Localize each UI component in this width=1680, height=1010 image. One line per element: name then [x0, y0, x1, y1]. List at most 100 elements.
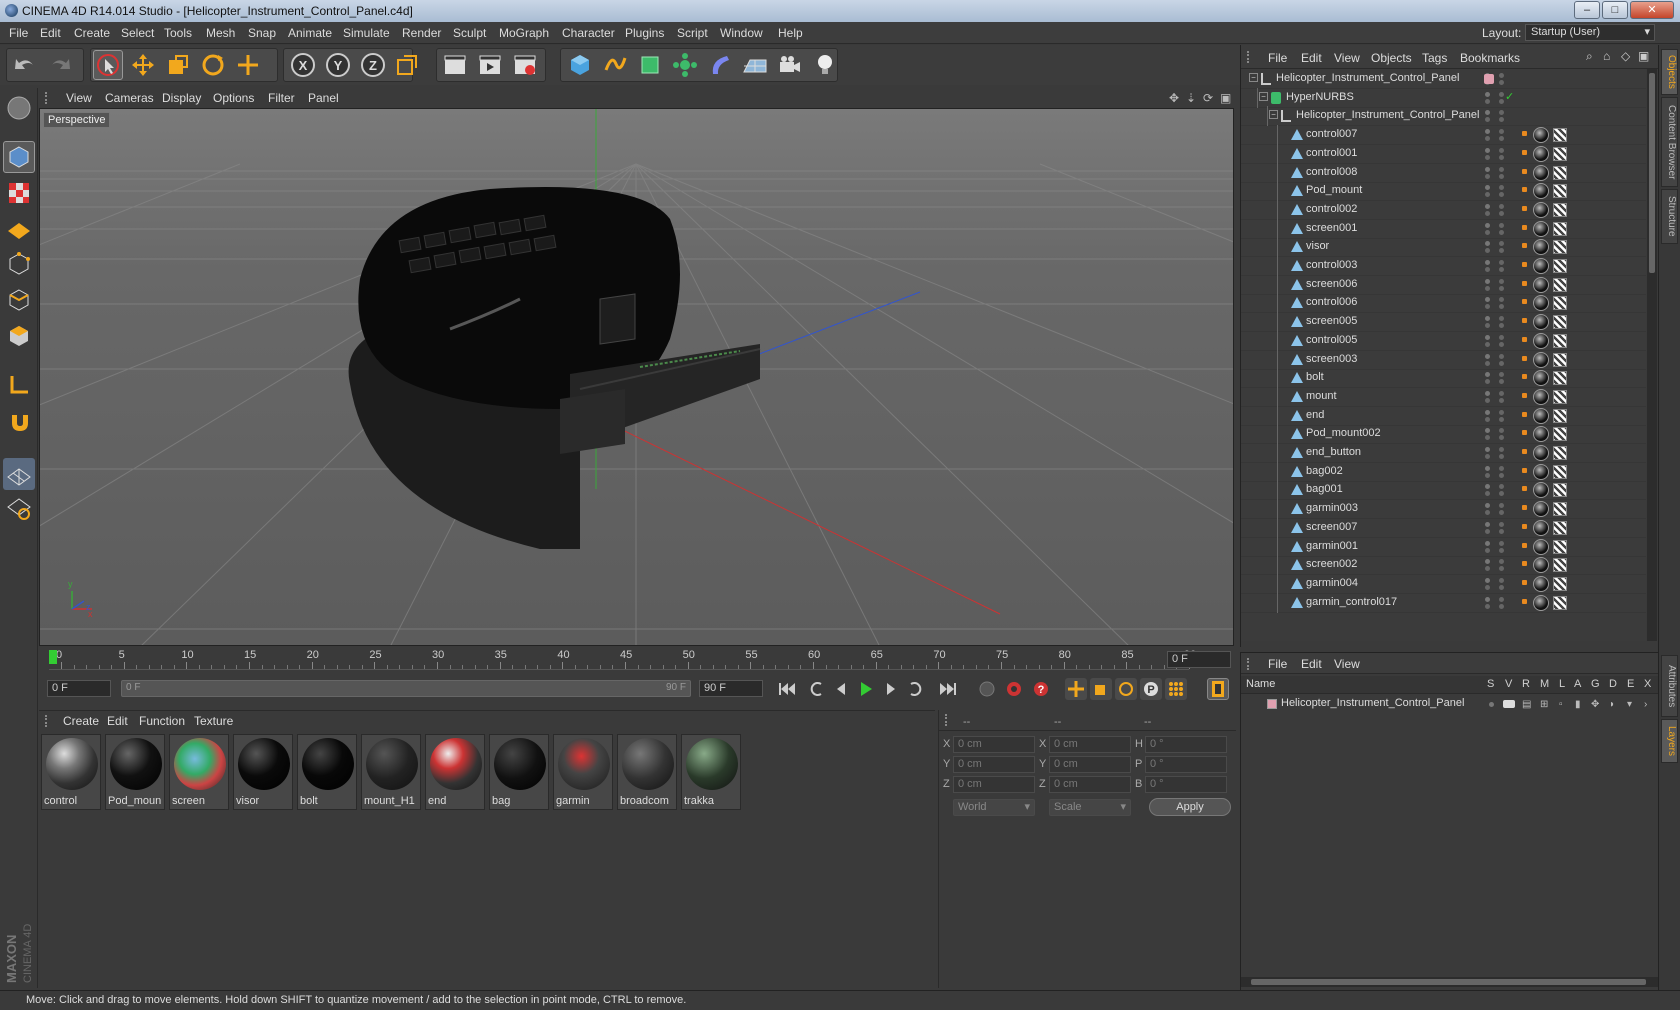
key-position-button[interactable] — [1065, 678, 1087, 700]
enable-dot[interactable] — [1499, 166, 1504, 172]
object-row[interactable]: bolt — [1241, 368, 1646, 389]
enable-dot[interactable] — [1499, 416, 1504, 422]
object-row[interactable]: − Helicopter_Instrument_Control_Panel — [1241, 69, 1646, 89]
render-view-button[interactable] — [440, 50, 470, 80]
object-row[interactable]: screen001 — [1241, 218, 1646, 239]
deformer-icon[interactable]: ◗ — [1609, 699, 1615, 710]
layer-menu-edit[interactable]: Edit — [1301, 657, 1322, 671]
render-visibility-dot[interactable] — [1485, 416, 1490, 422]
material-tag-icon[interactable] — [1533, 575, 1549, 592]
enable-dot[interactable] — [1499, 510, 1504, 516]
texture-tag-icon[interactable] — [1553, 202, 1567, 217]
enable-dot[interactable] — [1499, 192, 1504, 198]
workplane-mode-button[interactable] — [3, 212, 35, 244]
filter-icon[interactable]: ◇ — [1621, 49, 1630, 63]
expression-icon[interactable]: ▾ — [1627, 699, 1632, 710]
object-name[interactable]: garmin004 — [1306, 577, 1358, 589]
texture-tag-icon[interactable] — [1553, 315, 1567, 330]
rot-h-field[interactable]: 0 ° — [1145, 736, 1227, 753]
render-visibility-dot[interactable] — [1485, 528, 1490, 534]
texture-tag-icon[interactable] — [1553, 576, 1567, 591]
phong-tag-icon[interactable] — [1522, 523, 1527, 529]
object-row[interactable]: screen007 — [1241, 517, 1646, 538]
spline-button[interactable] — [600, 50, 630, 80]
render-visibility-dot[interactable] — [1485, 435, 1490, 441]
object-row[interactable]: screen003 — [1241, 349, 1646, 370]
material-tag-icon[interactable] — [1533, 295, 1549, 312]
phong-tag-icon[interactable] — [1522, 168, 1527, 174]
menu-file[interactable]: File — [9, 26, 28, 40]
enable-dot[interactable] — [1499, 341, 1504, 347]
object-row[interactable]: control005 — [1241, 330, 1646, 351]
polygons-mode-button[interactable] — [3, 320, 35, 352]
texture-tag-icon[interactable] — [1553, 520, 1567, 535]
enable-dot[interactable] — [1499, 547, 1504, 553]
layer-hscrollbar[interactable] — [1241, 977, 1658, 987]
layer-column-deformers[interactable]: D — [1609, 678, 1617, 690]
object-row[interactable]: screen005 — [1241, 312, 1646, 333]
next-frame-button[interactable] — [880, 678, 902, 700]
enable-dot[interactable] — [1499, 117, 1504, 123]
render-visibility-dot[interactable] — [1485, 229, 1490, 235]
object-name[interactable]: end_button — [1306, 446, 1361, 458]
pos-y-field[interactable]: 0 cm — [953, 756, 1035, 773]
render-visibility-dot[interactable] — [1485, 584, 1490, 590]
end-frame-field[interactable]: 90 F — [699, 680, 763, 697]
go-to-start-button[interactable] — [776, 678, 798, 700]
texture-tag-icon[interactable] — [1553, 483, 1567, 498]
key-scale-button[interactable] — [1090, 678, 1112, 700]
object-row[interactable]: end_button — [1241, 443, 1646, 463]
render-visibility-dot[interactable] — [1485, 304, 1490, 310]
layer-column-solo[interactable]: S — [1487, 678, 1494, 690]
phong-tag-icon[interactable] — [1522, 131, 1527, 137]
menu-script[interactable]: Script — [677, 26, 708, 40]
editor-visibility-dot[interactable] — [1485, 353, 1490, 359]
array-button[interactable] — [670, 50, 700, 80]
object-name[interactable]: bag001 — [1306, 483, 1343, 495]
object-row[interactable]: screen006 — [1241, 274, 1646, 295]
texture-tag-icon[interactable] — [1553, 165, 1567, 180]
layer-column-generators[interactable]: G — [1591, 678, 1600, 690]
object-name[interactable]: Helicopter_Instrument_Control_Panel — [1276, 72, 1459, 84]
y-axis-lock-button[interactable]: Y — [323, 50, 353, 80]
render-visibility-dot[interactable] — [1485, 472, 1490, 478]
material-tag-icon[interactable] — [1533, 145, 1549, 162]
object-row[interactable]: garmin_control017 — [1241, 592, 1646, 613]
material-menu-edit[interactable]: Edit — [107, 714, 128, 728]
tab-objects[interactable]: Objects — [1661, 49, 1678, 95]
render-settings-button[interactable] — [510, 50, 540, 80]
workplane-lock-button[interactable] — [3, 458, 35, 490]
viewport-rotate-icon[interactable]: ⟳ — [1203, 91, 1213, 105]
phong-tag-icon[interactable] — [1522, 561, 1527, 567]
texture-tag-icon[interactable] — [1553, 184, 1567, 199]
phong-tag-icon[interactable] — [1522, 449, 1527, 454]
editor-visibility-dot[interactable] — [1485, 521, 1490, 527]
menu-snap[interactable]: Snap — [248, 26, 276, 40]
enable-dot[interactable] — [1499, 503, 1504, 509]
enable-dot[interactable] — [1499, 360, 1504, 366]
enable-dot[interactable] — [1499, 379, 1504, 385]
texture-tag-icon[interactable] — [1553, 352, 1567, 367]
enable-dot[interactable] — [1499, 222, 1504, 228]
editor-visibility-dot[interactable] — [1485, 297, 1490, 303]
layer-column-expressions[interactable]: E — [1627, 678, 1634, 690]
texture-mode-button[interactable] — [3, 177, 35, 209]
enable-dot[interactable] — [1499, 91, 1504, 97]
object-scrollbar[interactable] — [1647, 69, 1657, 641]
coordinate-mode-select[interactable]: World ▾ — [953, 799, 1035, 816]
object-menu-tags[interactable]: Tags — [1422, 51, 1447, 65]
enable-dot[interactable] — [1499, 229, 1504, 235]
phong-tag-icon[interactable] — [1522, 187, 1527, 193]
menu-character[interactable]: Character — [562, 26, 615, 40]
menu-create[interactable]: Create — [74, 26, 110, 40]
scale-button[interactable] — [163, 50, 193, 80]
material-menu-function[interactable]: Function — [139, 714, 185, 728]
expand-toggle-icon[interactable]: − — [1269, 110, 1278, 120]
texture-tag-icon[interactable] — [1553, 446, 1567, 460]
material-tag-icon[interactable] — [1533, 201, 1549, 218]
editor-visibility-dot[interactable] — [1485, 91, 1490, 97]
viewport-menu-view[interactable]: View — [66, 91, 92, 105]
phong-tag-icon[interactable] — [1522, 355, 1527, 361]
material-swatch[interactable]: control — [41, 734, 101, 810]
viewport-menu-panel[interactable]: Panel — [308, 91, 339, 105]
